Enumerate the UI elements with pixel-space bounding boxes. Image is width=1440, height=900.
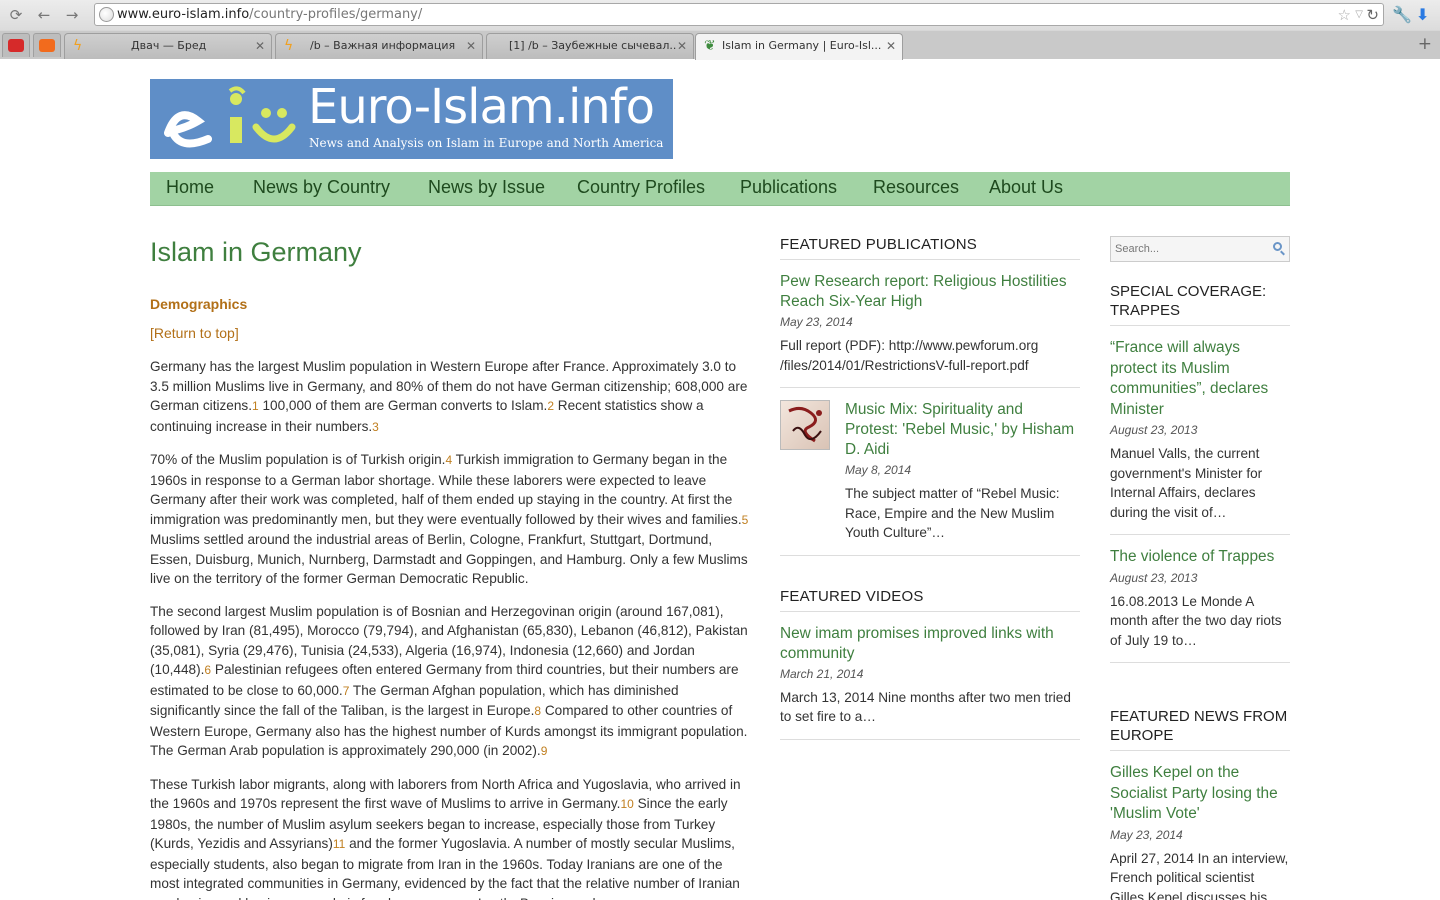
site-logo[interactable]: Euro-Islam.info News and Analysis on Isl… — [150, 79, 673, 159]
tab-label: Islam in Germany | Euro-Isl... — [722, 39, 882, 52]
publication-excerpt: The subject matter of “Rebel Music: Race… — [845, 486, 1060, 540]
special-coverage-title-link[interactable]: “France will always protect its Muslim c… — [1110, 338, 1290, 420]
special-coverage-excerpt: Manuel Valls, the current government's M… — [1110, 446, 1263, 520]
featured-column: FEATURED PUBLICATIONS Pew Research repor… — [780, 236, 1080, 740]
reload-icon[interactable]: ⟳ — [6, 5, 26, 25]
browser-toolbar: ⟳ ← → www.euro-islam.info/country-profil… — [0, 0, 1440, 30]
special-coverage-heading: SPECIAL COVERAGE: TRAPPES — [1110, 282, 1290, 326]
special-coverage-item: The violence of Trappes August 23, 2013 … — [1110, 535, 1290, 663]
refresh-icon[interactable]: ↻ — [1366, 5, 1379, 25]
soundcloud-icon — [39, 39, 55, 52]
article-paragraph: These Turkish labor migrants, along with… — [150, 776, 741, 900]
footnote-link[interactable]: 11 — [333, 837, 345, 851]
featured-news-title-link[interactable]: Gilles Kepel on the Socialist Party losi… — [1110, 763, 1290, 825]
logo-title: Euro-Islam.info — [308, 79, 655, 135]
forward-arrow-icon[interactable]: → — [62, 5, 82, 25]
nav-news-by-country[interactable]: News by Country — [253, 177, 390, 198]
video-item: New imam promises improved links with co… — [780, 612, 1080, 740]
special-coverage-date: August 23, 2013 — [1110, 570, 1198, 585]
video-title-link[interactable]: New imam promises improved links with co… — [780, 624, 1080, 664]
publication-title-link[interactable]: Music Mix: Spirituality and Protest: 'Re… — [845, 400, 1080, 460]
logo-tagline: News and Analysis on Islam in Europe and… — [309, 136, 664, 150]
section-heading-demographics[interactable]: Demographics — [150, 296, 750, 312]
page-title: Islam in Germany — [150, 237, 362, 267]
main-navigation: Home News by Country News by Issue Count… — [150, 172, 1290, 206]
nav-resources[interactable]: Resources — [873, 177, 959, 198]
footnote-link[interactable]: 3 — [372, 420, 379, 434]
euro-islam-leaf-icon: ❦ — [704, 38, 716, 54]
youtube-icon — [8, 39, 24, 52]
tab-zarubezhnye[interactable]: [1] /b – Заубежные сычевал... ✕ — [486, 33, 694, 59]
return-to-top-link[interactable]: [Return to top] — [150, 325, 750, 341]
special-coverage-date: August 23, 2013 — [1110, 423, 1198, 437]
euro-islam-logo-mark — [164, 86, 296, 148]
footnote-link[interactable]: 10 — [620, 797, 633, 811]
featured-publications-heading: FEATURED PUBLICATIONS — [780, 236, 1080, 260]
close-icon[interactable]: ✕ — [677, 38, 687, 54]
close-icon[interactable]: ✕ — [255, 38, 265, 54]
tab-label: Двач — Бред — [131, 39, 207, 52]
search-input[interactable] — [1115, 240, 1265, 258]
address-bar[interactable]: www.euro-islam.info/country-profiles/ger… — [94, 3, 1384, 26]
footnote-link[interactable]: 1 — [252, 399, 259, 413]
nav-country-profiles[interactable]: Country Profiles — [577, 177, 705, 198]
tab-vazhnaya[interactable]: ϟ /b – Важная информация ✕ — [275, 33, 483, 59]
search-box — [1110, 236, 1290, 262]
article-paragraph: The second largest Muslim population is … — [150, 603, 748, 759]
nav-home[interactable]: Home — [166, 177, 214, 198]
special-coverage-item: “France will always protect its Muslim c… — [1110, 326, 1290, 535]
footnote-link[interactable]: 2 — [547, 399, 554, 413]
nav-news-by-issue[interactable]: News by Issue — [428, 177, 545, 198]
tab-label: /b – Важная информация — [310, 39, 456, 52]
publication-item: Music Mix: Spirituality and Protest: 'Re… — [780, 388, 1080, 556]
pinned-tab-youtube[interactable] — [2, 33, 30, 57]
nav-about-us[interactable]: About Us — [989, 177, 1063, 198]
lightning-icon: ϟ — [284, 38, 294, 54]
publication-date: May 23, 2014 — [780, 315, 853, 329]
featured-news-item: Gilles Kepel on the Socialist Party losi… — [1110, 751, 1290, 900]
url-text[interactable]: www.euro-islam.info/country-profiles/ger… — [117, 7, 422, 22]
wrench-icon[interactable]: 🔧 — [1392, 5, 1412, 25]
tab-label: [1] /b – Заубежные сычевал... — [509, 39, 677, 52]
browser-chrome: ⟳ ← → www.euro-islam.info/country-profil… — [0, 0, 1440, 60]
tab-islam-in-germany[interactable]: ❦ Islam in Germany | Euro-Isl... ✕ — [695, 33, 903, 60]
new-tab-plus-icon[interactable]: + — [1418, 34, 1432, 54]
featured-news-heading: FEATURED NEWS FROM EUROPE — [1110, 707, 1290, 751]
star-icon[interactable]: ☆ — [1338, 5, 1351, 25]
dropdown-icon[interactable]: ▽ — [1355, 5, 1363, 25]
featured-news-date: May 23, 2014 — [1110, 827, 1183, 842]
pinned-tab-soundcloud[interactable] — [33, 33, 61, 57]
sidebar: SPECIAL COVERAGE: TRAPPES “France will a… — [1110, 236, 1290, 900]
video-date: March 21, 2014 — [780, 666, 864, 681]
article-paragraph: 70% of the Muslim population is of Turki… — [150, 452, 749, 586]
rebel-music-book-thumbnail[interactable] — [780, 400, 830, 450]
featured-videos-heading: FEATURED VIDEOS — [780, 588, 1080, 612]
close-icon[interactable]: ✕ — [886, 38, 896, 54]
lightning-icon: ϟ — [73, 38, 83, 54]
footnote-link[interactable]: 9 — [541, 744, 548, 758]
web-page: Euro-Islam.info News and Analysis on Isl… — [0, 60, 1440, 900]
special-coverage-title-link[interactable]: The violence of Trappes — [1110, 547, 1290, 568]
publication-excerpt: Full report (PDF): http://www.pewforum.o… — [780, 338, 1039, 373]
nav-publications[interactable]: Publications — [740, 177, 837, 198]
globe-icon — [99, 7, 114, 22]
search-icon[interactable] — [1273, 242, 1282, 251]
tab-strip: ϟ Двач — Бред ✕ ϟ /b – Важная информация… — [0, 31, 1440, 60]
footnote-link[interactable]: 5 — [742, 513, 749, 527]
video-excerpt: March 13, 2014 Nine months after two men… — [780, 689, 1071, 725]
tab-dvach[interactable]: ϟ Двач — Бред ✕ — [64, 33, 272, 59]
publication-item: Pew Research report: Religious Hostiliti… — [780, 260, 1080, 388]
featured-news-excerpt: April 27, 2014 In an interview, French p… — [1110, 850, 1289, 900]
special-coverage-excerpt: 16.08.2013 Le Monde A month after the tw… — [1110, 593, 1282, 648]
publication-date: May 8, 2014 — [845, 463, 912, 477]
back-arrow-icon[interactable]: ← — [34, 5, 54, 25]
article-paragraph: Germany has the largest Muslim populatio… — [150, 359, 748, 434]
article: Islam in Germany Demographics [Return to… — [150, 236, 750, 900]
publication-title-link[interactable]: Pew Research report: Religious Hostiliti… — [780, 272, 1080, 312]
close-icon[interactable]: ✕ — [466, 38, 476, 54]
download-arrow-icon[interactable]: ⬇ — [1416, 5, 1429, 25]
